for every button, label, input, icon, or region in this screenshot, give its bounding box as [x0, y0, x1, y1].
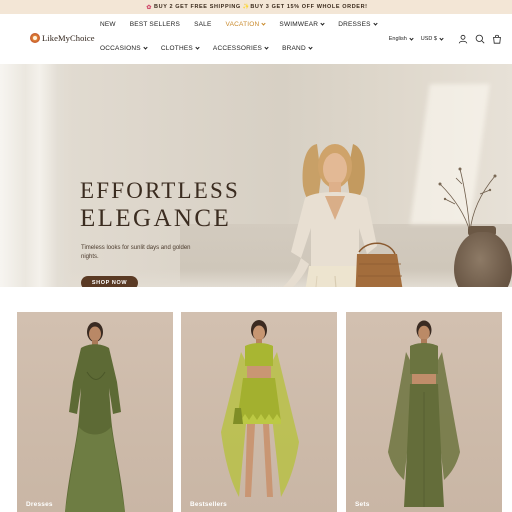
nav-item-label: SWIMWEAR [279, 21, 319, 28]
category-card-dresses[interactable]: Dresses [17, 312, 173, 512]
chevron-down-icon [308, 45, 313, 50]
hero-title: EFFORTLESS ELEGANCE [80, 179, 240, 231]
currency-selector[interactable]: USD $ [420, 35, 444, 42]
nav-item-label: VACATION [225, 21, 260, 28]
nav-item-new[interactable]: NEW [100, 21, 116, 28]
shop-now-button[interactable]: SHOP NOW [81, 276, 138, 287]
currency-value: USD $ [420, 36, 437, 42]
main-nav-row-2: OCCASIONS CLOTHES ACCESSORIES BRAND [100, 45, 326, 52]
search-icon[interactable] [475, 34, 485, 44]
account-icon[interactable] [458, 34, 468, 44]
nav-item-label: NEW [100, 21, 116, 28]
category-cards: Dresses Bestsellers Sets [0, 312, 512, 512]
hero-banner[interactable]: EFFORTLESS ELEGANCE Timeless looks for s… [0, 64, 512, 287]
header-utilities: English USD $ [389, 34, 502, 44]
nav-item-dresses[interactable]: DRESSES [338, 21, 378, 28]
hero-subtitle: Timeless looks for sunlit days and golde… [81, 245, 191, 260]
gift-icon: ✿ [146, 4, 153, 11]
dried-branches-image [438, 167, 497, 233]
bestsellers-model-image [221, 320, 299, 497]
sets-model-image [388, 320, 460, 507]
nav-item-best-sellers[interactable]: BEST SELLERS [130, 21, 180, 28]
nav-item-occasions[interactable]: OCCASIONS [100, 45, 148, 52]
chevron-down-icon [409, 35, 414, 41]
brand-logo[interactable]: LikeMyChoice [30, 33, 95, 43]
brand-name: LikeMyChoice [42, 33, 95, 43]
announcement-text: BUY 2 GET FREE SHIPPING ✨BUY 3 GET 15% O… [154, 4, 368, 10]
nav-item-label: BRAND [282, 45, 306, 52]
hero-curtain-image [0, 64, 72, 287]
hero-title-line-1: EFFORTLESS [80, 178, 240, 203]
nav-item-label: OCCASIONS [100, 45, 141, 52]
chevron-down-icon [373, 21, 378, 26]
site-header: LikeMyChoice NEW BEST SELLERS SALE VACAT… [0, 14, 512, 64]
flower-logo-icon [30, 33, 40, 43]
hero-title-line-2: ELEGANCE [80, 205, 232, 232]
category-card-sets[interactable]: Sets [346, 312, 502, 512]
nav-item-vacation[interactable]: VACATION [225, 21, 267, 28]
category-label: Bestsellers [190, 501, 227, 508]
announcement-bar: ✿ BUY 2 GET FREE SHIPPING ✨BUY 3 GET 15%… [0, 0, 512, 14]
chevron-down-icon [143, 45, 148, 50]
nav-item-label: DRESSES [338, 21, 371, 28]
nav-item-label: ACCESSORIES [212, 45, 263, 52]
nav-item-accessories[interactable]: ACCESSORIES [212, 45, 269, 52]
chevron-down-icon [320, 21, 325, 26]
main-nav-row-1: NEW BEST SELLERS SALE VACATION SWIMWEAR … [100, 21, 391, 28]
cart-icon[interactable] [492, 34, 502, 44]
chevron-down-icon [264, 45, 269, 50]
category-label: Dresses [26, 501, 53, 508]
category-label: Sets [355, 501, 370, 508]
nav-item-label: BEST SELLERS [129, 21, 181, 28]
dresses-model-image [65, 322, 125, 512]
language-selector[interactable]: English [388, 35, 414, 42]
nav-item-brand[interactable]: BRAND [282, 45, 313, 52]
nav-item-clothes[interactable]: CLOTHES [160, 45, 200, 52]
nav-item-swimwear[interactable]: SWIMWEAR [279, 21, 325, 28]
hero-model-image [282, 144, 403, 287]
language-value: English [388, 36, 407, 42]
nav-item-sale[interactable]: SALE [194, 21, 211, 28]
chevron-down-icon [195, 45, 200, 50]
nav-item-label: CLOTHES [160, 45, 193, 52]
chevron-down-icon [261, 21, 267, 26]
nav-item-label: SALE [194, 21, 212, 28]
category-card-bestsellers[interactable]: Bestsellers [181, 312, 337, 512]
chevron-down-icon [439, 35, 444, 41]
